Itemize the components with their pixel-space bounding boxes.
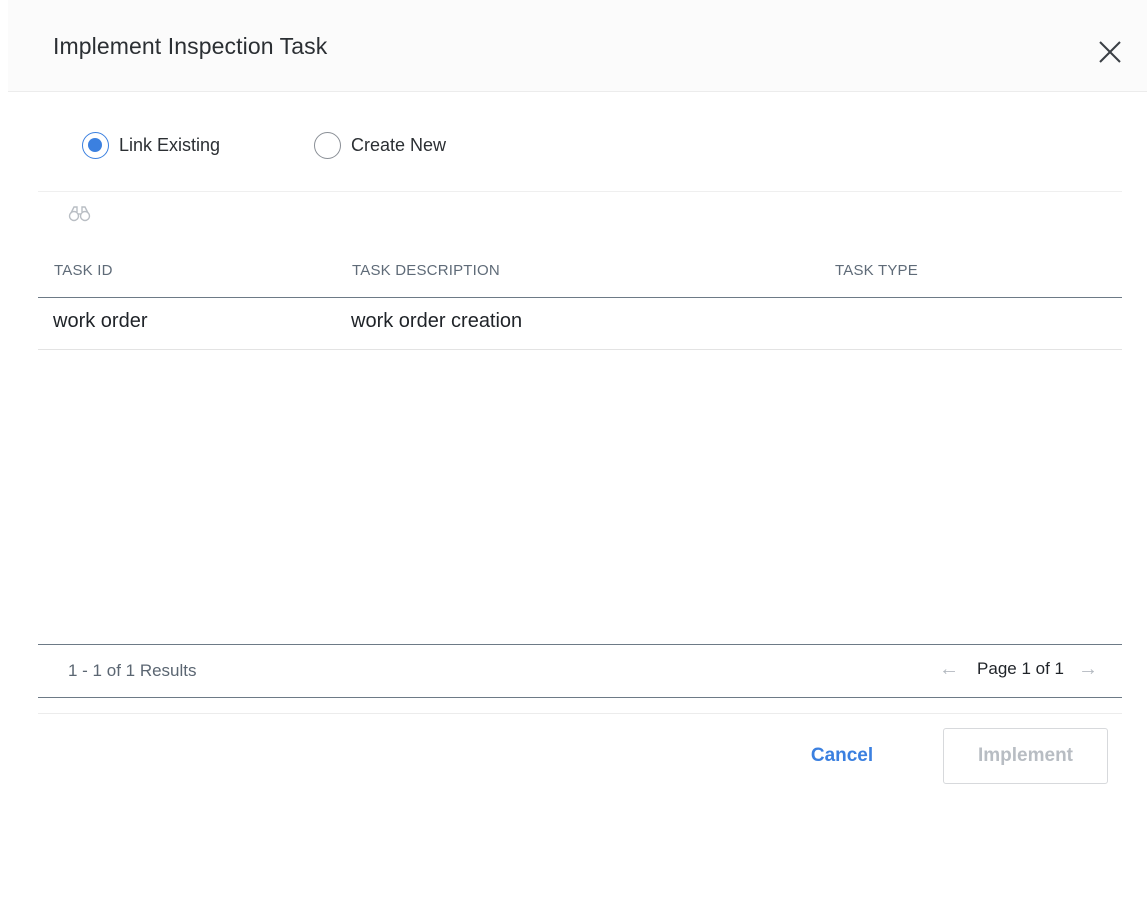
implement-button[interactable]: Implement <box>943 728 1108 784</box>
cell-task-id: work order <box>53 310 148 332</box>
create-new-radio[interactable]: Create New <box>314 130 446 160</box>
cell-task-description: work order creation <box>351 310 523 332</box>
implement-inspection-task-dialog: Implement Inspection Task Link Existing … <box>0 0 1147 898</box>
arrow-left-icon[interactable]: ← <box>939 659 959 679</box>
arrow-right-icon[interactable]: → <box>1078 659 1098 679</box>
column-header-task-id[interactable]: TASK ID <box>54 262 113 279</box>
link-existing-radio[interactable]: Link Existing <box>82 130 220 160</box>
cancel-button[interactable]: Cancel <box>800 740 884 772</box>
dialog-header: Implement Inspection Task <box>8 0 1147 92</box>
radio-unselected-indicator[interactable] <box>314 131 341 159</box>
link-existing-label: Link Existing <box>119 134 221 155</box>
column-header-task-description[interactable]: TASK DESCRIPTION <box>352 262 500 279</box>
binoculars-icon[interactable] <box>68 204 92 222</box>
dialog-title: Implement Inspection Task <box>53 33 328 59</box>
column-header-task-type[interactable]: TASK TYPE <box>835 262 918 279</box>
mode-radio-group: Link Existing Create New <box>38 115 1122 192</box>
results-count: 1 - 1 of 1 Results <box>68 661 197 680</box>
page-indicator: Page 1 of 1 <box>977 659 1064 678</box>
radio-selected-indicator[interactable] <box>82 131 109 159</box>
pager: ← Page 1 of 1 → <box>939 659 1098 679</box>
pagination-bar: 1 - 1 of 1 Results ← Page 1 of 1 → <box>38 644 1122 698</box>
table-row[interactable]: work order work order creation <box>38 298 1122 350</box>
create-new-label: Create New <box>351 134 447 155</box>
task-table: TASK ID TASK DESCRIPTION TASK TYPE work … <box>38 250 1122 350</box>
actions-divider <box>38 713 1122 714</box>
close-icon[interactable] <box>1096 38 1124 66</box>
table-header: TASK ID TASK DESCRIPTION TASK TYPE <box>38 250 1122 298</box>
